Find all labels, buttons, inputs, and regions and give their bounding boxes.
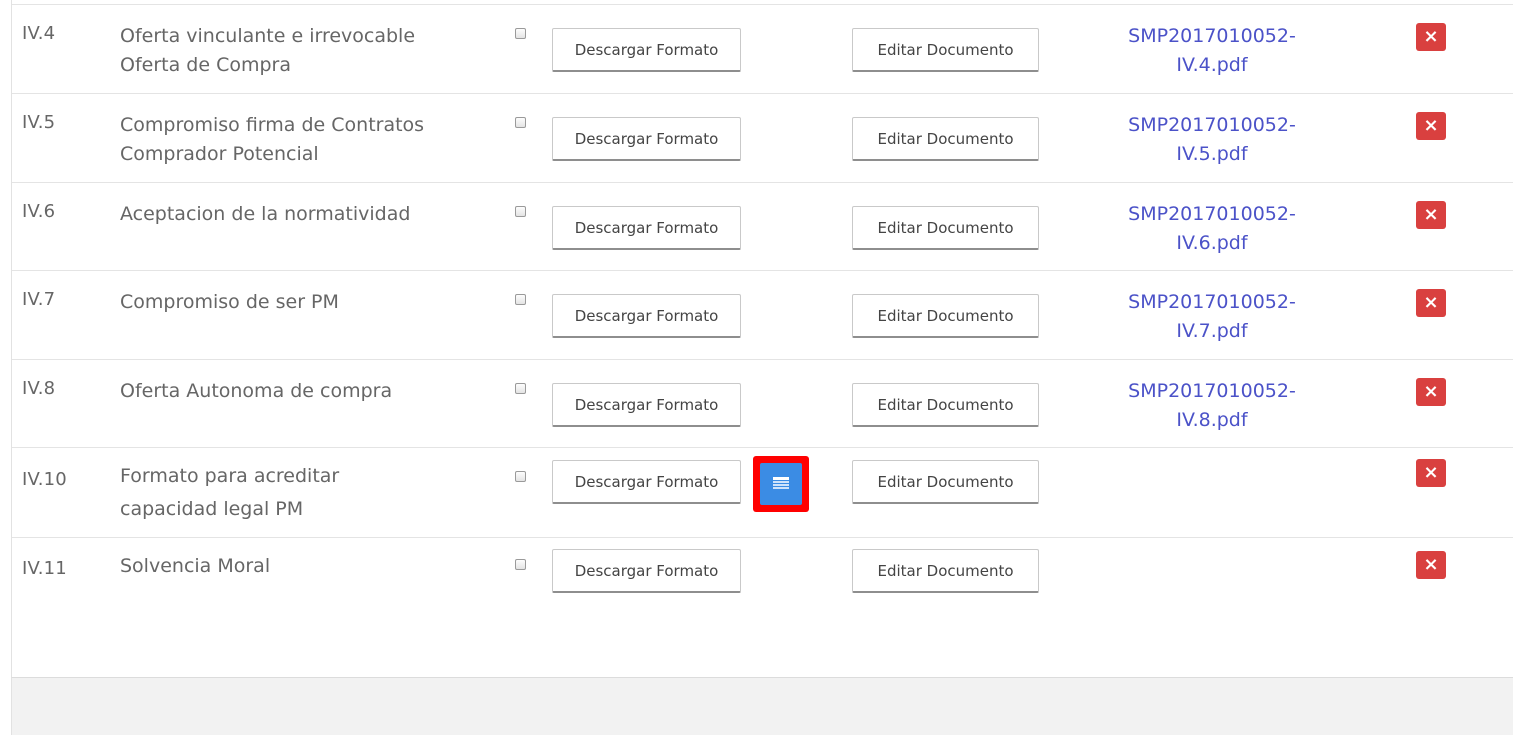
document-name: Compromiso firma de Contratos Comprador … (120, 111, 490, 169)
edit-document-button[interactable]: Editar Documento (852, 549, 1039, 593)
document-code: IV.7 (22, 289, 56, 310)
download-format-button[interactable]: Descargar Formato (552, 28, 741, 72)
document-code: IV.6 (22, 201, 56, 222)
row-checkbox[interactable] (515, 206, 526, 217)
document-code: IV.5 (22, 112, 56, 133)
document-name-line: Oferta vinculante e irrevocable (120, 25, 416, 47)
delete-icon[interactable]: × (1416, 459, 1446, 487)
document-name-line: Comprador Potencial (120, 143, 319, 165)
uploaded-file-link[interactable]: SMP2017010052- IV.6.pdf (1102, 200, 1322, 258)
file-link-line: IV.4.pdf (1176, 54, 1248, 76)
table-row: IV.11 Solvencia Moral Descargar Formato … (12, 537, 1513, 626)
file-link-line: IV.5.pdf (1176, 143, 1248, 165)
download-format-button[interactable]: Descargar Formato (552, 383, 741, 427)
row-checkbox[interactable] (515, 383, 526, 394)
delete-icon[interactable]: × (1416, 289, 1446, 317)
edit-document-button[interactable]: Editar Documento (852, 206, 1039, 250)
document-name: Solvencia Moral (120, 552, 490, 581)
document-name-line: Solvencia Moral (120, 555, 271, 577)
edit-document-button[interactable]: Editar Documento (852, 294, 1039, 338)
file-link-line: SMP2017010052- (1128, 380, 1296, 402)
document-name: Formato para acreditar capacidad legal P… (120, 462, 490, 524)
document-name-line: Compromiso de ser PM (120, 291, 339, 313)
document-code: IV.11 (22, 558, 67, 579)
file-link-line: SMP2017010052- (1128, 291, 1296, 313)
highlight-box (753, 456, 809, 512)
table-row: IV.6 Aceptacion de la normatividad Desca… (12, 182, 1513, 271)
row-checkbox[interactable] (515, 294, 526, 305)
document-name-line: Aceptacion de la normatividad (120, 203, 411, 225)
download-format-button[interactable]: Descargar Formato (552, 117, 741, 161)
edit-document-button[interactable]: Editar Documento (852, 383, 1039, 427)
document-code: IV.8 (22, 378, 56, 399)
file-link-line: SMP2017010052- (1128, 25, 1296, 47)
document-name: Compromiso de ser PM (120, 288, 490, 317)
panel-footer (11, 678, 1513, 735)
uploaded-file-link[interactable]: SMP2017010052- IV.5.pdf (1102, 111, 1322, 169)
document-code: IV.10 (22, 469, 67, 490)
table-row: IV.4 Oferta vinculante e irrevocable Ofe… (12, 4, 1513, 93)
edit-document-button[interactable]: Editar Documento (852, 117, 1039, 161)
file-link-line: IV.6.pdf (1176, 232, 1248, 254)
document-name-line: Formato para acreditar (120, 465, 340, 487)
row-checkbox[interactable] (515, 117, 526, 128)
document-name-line: Oferta Autonoma de compra (120, 380, 393, 402)
download-format-button[interactable]: Descargar Formato (552, 294, 741, 338)
document-name: Oferta vinculante e irrevocable Oferta d… (120, 22, 490, 80)
download-format-button[interactable]: Descargar Formato (552, 206, 741, 250)
row-checkbox[interactable] (515, 471, 526, 482)
uploaded-file-link[interactable]: SMP2017010052- IV.8.pdf (1102, 377, 1322, 435)
file-link-line: SMP2017010052- (1128, 114, 1296, 136)
table-row: IV.7 Compromiso de ser PM Descargar Form… (12, 270, 1513, 359)
document-name-line: Oferta de Compra (120, 54, 291, 76)
download-format-button[interactable]: Descargar Formato (552, 460, 741, 504)
file-link-line: IV.7.pdf (1176, 320, 1248, 342)
row-checkbox[interactable] (515, 28, 526, 39)
list-view-button[interactable] (760, 463, 802, 505)
delete-icon[interactable]: × (1416, 112, 1446, 140)
delete-icon[interactable]: × (1416, 551, 1446, 579)
edit-document-button[interactable]: Editar Documento (852, 460, 1039, 504)
table-row: IV.10 Formato para acreditar capacidad l… (12, 447, 1513, 536)
file-link-line: IV.8.pdf (1176, 409, 1248, 431)
document-name-line: Compromiso firma de Contratos (120, 114, 425, 136)
document-name-line: capacidad legal PM (120, 498, 304, 520)
document-name: Aceptacion de la normatividad (120, 200, 490, 229)
table-row: IV.8 Oferta Autonoma de compra Descargar… (12, 359, 1513, 448)
delete-icon[interactable]: × (1416, 201, 1446, 229)
list-icon (773, 477, 789, 489)
table-row: IV.5 Compromiso firma de Contratos Compr… (12, 93, 1513, 182)
uploaded-file-link[interactable]: SMP2017010052- IV.7.pdf (1102, 288, 1322, 346)
delete-icon[interactable]: × (1416, 378, 1446, 406)
file-link-line: SMP2017010052- (1128, 203, 1296, 225)
row-checkbox[interactable] (515, 559, 526, 570)
document-code: IV.4 (22, 23, 56, 44)
edit-document-button[interactable]: Editar Documento (852, 28, 1039, 72)
documents-panel: IV.4 Oferta vinculante e irrevocable Ofe… (11, 0, 1513, 678)
delete-icon[interactable]: × (1416, 23, 1446, 51)
download-format-button[interactable]: Descargar Formato (552, 549, 741, 593)
document-name: Oferta Autonoma de compra (120, 377, 490, 406)
uploaded-file-link[interactable]: SMP2017010052- IV.4.pdf (1102, 22, 1322, 80)
